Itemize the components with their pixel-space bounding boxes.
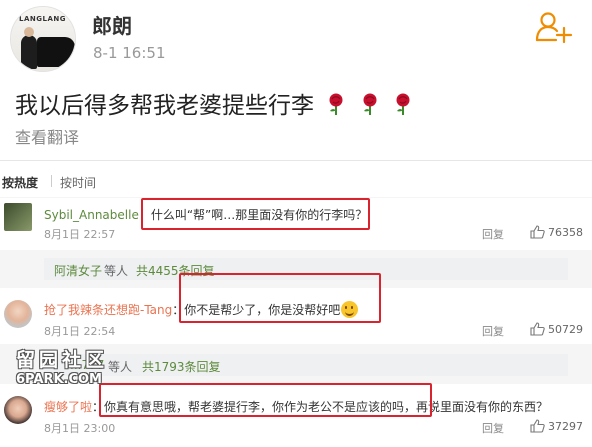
highlight-box (179, 273, 381, 323)
rose-icon (329, 93, 343, 115)
author-avatar[interactable]: LANGLANG (10, 6, 76, 72)
translate-link[interactable]: 查看翻译 (15, 124, 79, 148)
commenter-avatar[interactable] (4, 203, 32, 231)
rose-icon (363, 93, 377, 115)
sort-divider (51, 175, 52, 187)
sub-reply-middle: 等人 (104, 264, 129, 278)
rose-icon (396, 93, 410, 115)
follow-button[interactable] (534, 10, 574, 44)
sub-reply-middle: 等人 (108, 360, 133, 374)
sub-reply-summary[interactable]: ...777 等人 共1793条回复 (44, 354, 568, 376)
comments-section: 按热度 按时间 Sybil_Annabelle：什么叫“帮”啊…那里面没有你的行… (0, 160, 592, 447)
reply-button[interactable]: 回复 (482, 226, 504, 242)
comment-date: 8月1日 22:57 (44, 228, 116, 241)
commenter-name[interactable]: 抢了我辣条还想跑-Tang (44, 303, 172, 317)
sort-by-hot-tab[interactable]: 按热度 (2, 174, 38, 191)
like-button[interactable]: 37297 (530, 419, 583, 433)
add-user-icon (535, 12, 573, 44)
like-count: 76358 (548, 226, 583, 239)
sub-reply-user[interactable]: 阿清女子 (54, 262, 102, 279)
commenter-name[interactable]: Sybil_Annabelle (44, 208, 139, 222)
avatar-brand-text: LANGLANG (19, 15, 66, 23)
comment-date: 8月1日 23:00 (44, 422, 116, 435)
like-button[interactable]: 50729 (530, 322, 583, 336)
watermark: 留园社区 6PARK.COM (16, 345, 108, 387)
person-shape (21, 35, 37, 69)
post-text-content: 我以后得多帮我老婆提些行李 (15, 93, 314, 119)
reply-button[interactable]: 回复 (482, 323, 504, 339)
thumbs-up-icon (530, 225, 545, 239)
reply-button[interactable]: 回复 (482, 420, 504, 436)
highlight-box (141, 198, 370, 230)
post-time: 8-1 16:51 (93, 44, 166, 62)
thumbs-up-icon (530, 322, 545, 336)
post-header: LANGLANG 郎朗 8-1 16:51 (0, 0, 592, 80)
commenter-name[interactable]: 瘦够了啦 (44, 400, 92, 414)
person-head-shape (24, 27, 34, 37)
sort-bar: 按热度 按时间 (0, 161, 592, 197)
commenter-avatar[interactable] (4, 396, 32, 424)
commenter-avatar[interactable] (4, 300, 32, 328)
watermark-cn: 留园社区 (16, 349, 109, 371)
post-text: 我以后得多帮我老婆提些行李 (15, 86, 414, 120)
author-name[interactable]: 郎朗 (92, 10, 132, 39)
comment-date: 8月1日 22:54 (44, 325, 116, 338)
like-count: 50729 (548, 323, 583, 336)
like-button[interactable]: 76358 (530, 225, 583, 239)
watermark-en: 6PARK.COM (16, 372, 102, 387)
sort-by-time-tab[interactable]: 按时间 (60, 174, 96, 191)
highlight-box (99, 383, 432, 417)
thumbs-up-icon (530, 419, 545, 433)
like-count: 37297 (548, 420, 583, 433)
piano-shape (37, 37, 75, 67)
sub-reply-count[interactable]: 共1793条回复 (142, 358, 221, 375)
